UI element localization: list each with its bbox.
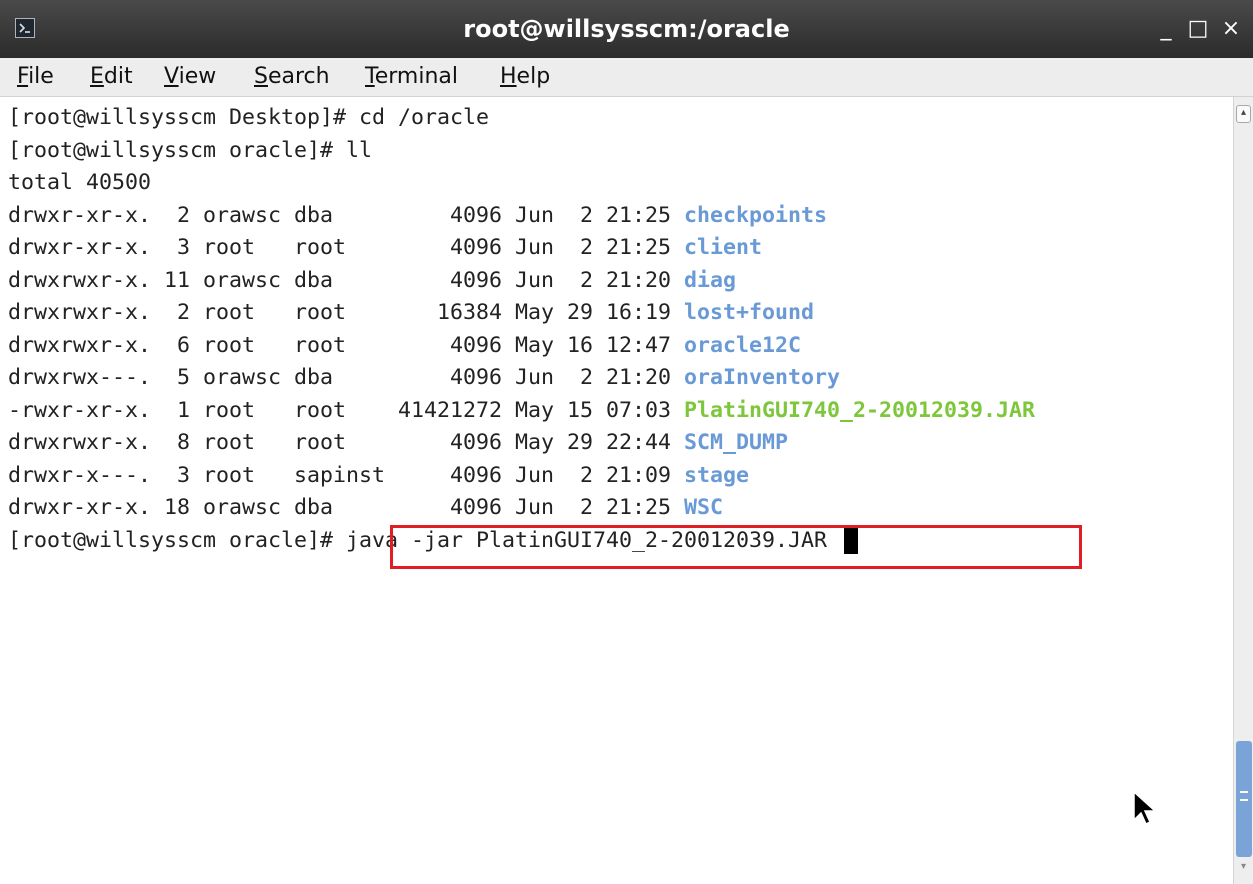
terminal-line: [root@willsysscm Desktop]# cd /oracle: [8, 105, 490, 130]
menu-search[interactable]: Search: [254, 58, 330, 96]
directory-name: SCM_DUMP: [684, 430, 789, 455]
scroll-up-arrow-icon[interactable]: ▴: [1236, 105, 1251, 123]
listing-meta: drwxr-xr-x. 18 orawsc dba 4096 Jun 2 21:…: [8, 495, 685, 520]
executable-file-name: PlatinGUI740_2-20012039.JAR: [684, 397, 1036, 423]
listing-row: drwxrwxr-x. 11 orawsc dba 4096 Jun 2 21:…: [8, 265, 1035, 298]
listing-meta: drwxrwxr-x. 8 root root 4096 May 29 22:4…: [8, 430, 685, 455]
minimize-button[interactable]: _: [1153, 0, 1179, 58]
menu-terminal[interactable]: Terminal: [365, 58, 458, 96]
menu-bar: File Edit View Search Terminal Help: [0, 58, 1253, 97]
listing-meta: -rwxr-xr-x. 1 root root 41421272 May 15 …: [8, 397, 685, 423]
command-line[interactable]: [root@willsysscm oracle]# java -jar Plat…: [8, 525, 1035, 558]
directory-name: oraInventory: [684, 365, 841, 390]
listing-meta: drwxrwxr-x. 11 orawsc dba 4096 Jun 2 21:…: [8, 267, 685, 293]
title-bar[interactable]: root@willsysscm:/oracle _ □ ×: [0, 0, 1253, 58]
window-title: root@willsysscm:/oracle: [463, 15, 790, 43]
terminal-window: root@willsysscm:/oracle _ □ × File Edit …: [0, 0, 1253, 884]
listing-row: -rwxr-xr-x. 1 root root 41421272 May 15 …: [8, 395, 1035, 428]
menu-edit[interactable]: Edit: [90, 58, 133, 96]
menu-file[interactable]: File: [17, 58, 54, 96]
directory-name: WSC: [684, 495, 724, 520]
directory-name: checkpoints: [684, 202, 828, 228]
directory-name: diag: [684, 267, 737, 293]
menu-view[interactable]: View: [164, 58, 216, 96]
listing-row: drwxr-x---. 3 root sapinst 4096 Jun 2 21…: [8, 460, 1035, 493]
directory-name: lost+found: [684, 300, 815, 325]
maximize-button[interactable]: □: [1185, 0, 1211, 58]
listing-meta: drwxrwx---. 5 orawsc dba 4096 Jun 2 21:2…: [8, 365, 685, 390]
listing-meta: drwxr-x---. 3 root sapinst 4096 Jun 2 21…: [8, 462, 685, 488]
shell-prompt: [root@willsysscm oracle]#: [8, 527, 347, 553]
listing-row: drwxr-xr-x. 18 orawsc dba 4096 Jun 2 21:…: [8, 492, 1035, 525]
mouse-pointer-icon: [1133, 790, 1157, 826]
directory-name: client: [684, 235, 763, 260]
listing-meta: drwxr-xr-x. 3 root root 4096 Jun 2 21:25: [8, 235, 685, 260]
terminal-line: [root@willsysscm oracle]# ll: [8, 137, 373, 163]
listing-row: drwxrwxr-x. 8 root root 4096 May 29 22:4…: [8, 427, 1035, 460]
listing-row: drwxrwxr-x. 2 root root 16384 May 29 16:…: [8, 297, 1035, 330]
listing-row: drwxr-xr-x. 3 root root 4096 Jun 2 21:25…: [8, 232, 1035, 265]
directory-name: stage: [684, 462, 750, 488]
current-command[interactable]: java -jar PlatinGUI740_2-20012039.JAR: [346, 528, 840, 553]
scroll-down-arrow-icon[interactable]: ▾: [1236, 859, 1251, 877]
terminal-lines: [root@willsysscm Desktop]# cd /oracle [r…: [8, 102, 1035, 557]
directory-name: oracle12C: [684, 332, 802, 358]
scrollbar-thumb[interactable]: [1236, 741, 1252, 857]
listing-meta: drwxrwxr-x. 2 root root 16384 May 29 16:…: [8, 300, 685, 325]
listing-row: drwxrwxr-x. 6 root root 4096 May 16 12:4…: [8, 330, 1035, 363]
terminal-output[interactable]: [root@willsysscm Desktop]# cd /oracle [r…: [0, 97, 1233, 884]
menu-help[interactable]: Help: [500, 58, 550, 96]
terminal-line: total 40500: [8, 170, 152, 195]
grip-icon: [1240, 791, 1248, 801]
listing-row: drwxr-xr-x. 2 orawsc dba 4096 Jun 2 21:2…: [8, 200, 1035, 233]
text-cursor: [844, 527, 859, 554]
close-button[interactable]: ×: [1218, 0, 1244, 58]
vertical-scrollbar[interactable]: ▴ ▾: [1233, 97, 1253, 884]
listing-meta: drwxrwxr-x. 6 root root 4096 May 16 12:4…: [8, 332, 685, 358]
listing-row: drwxrwx---. 5 orawsc dba 4096 Jun 2 21:2…: [8, 362, 1035, 395]
listing-meta: drwxr-xr-x. 2 orawsc dba 4096 Jun 2 21:2…: [8, 202, 685, 228]
